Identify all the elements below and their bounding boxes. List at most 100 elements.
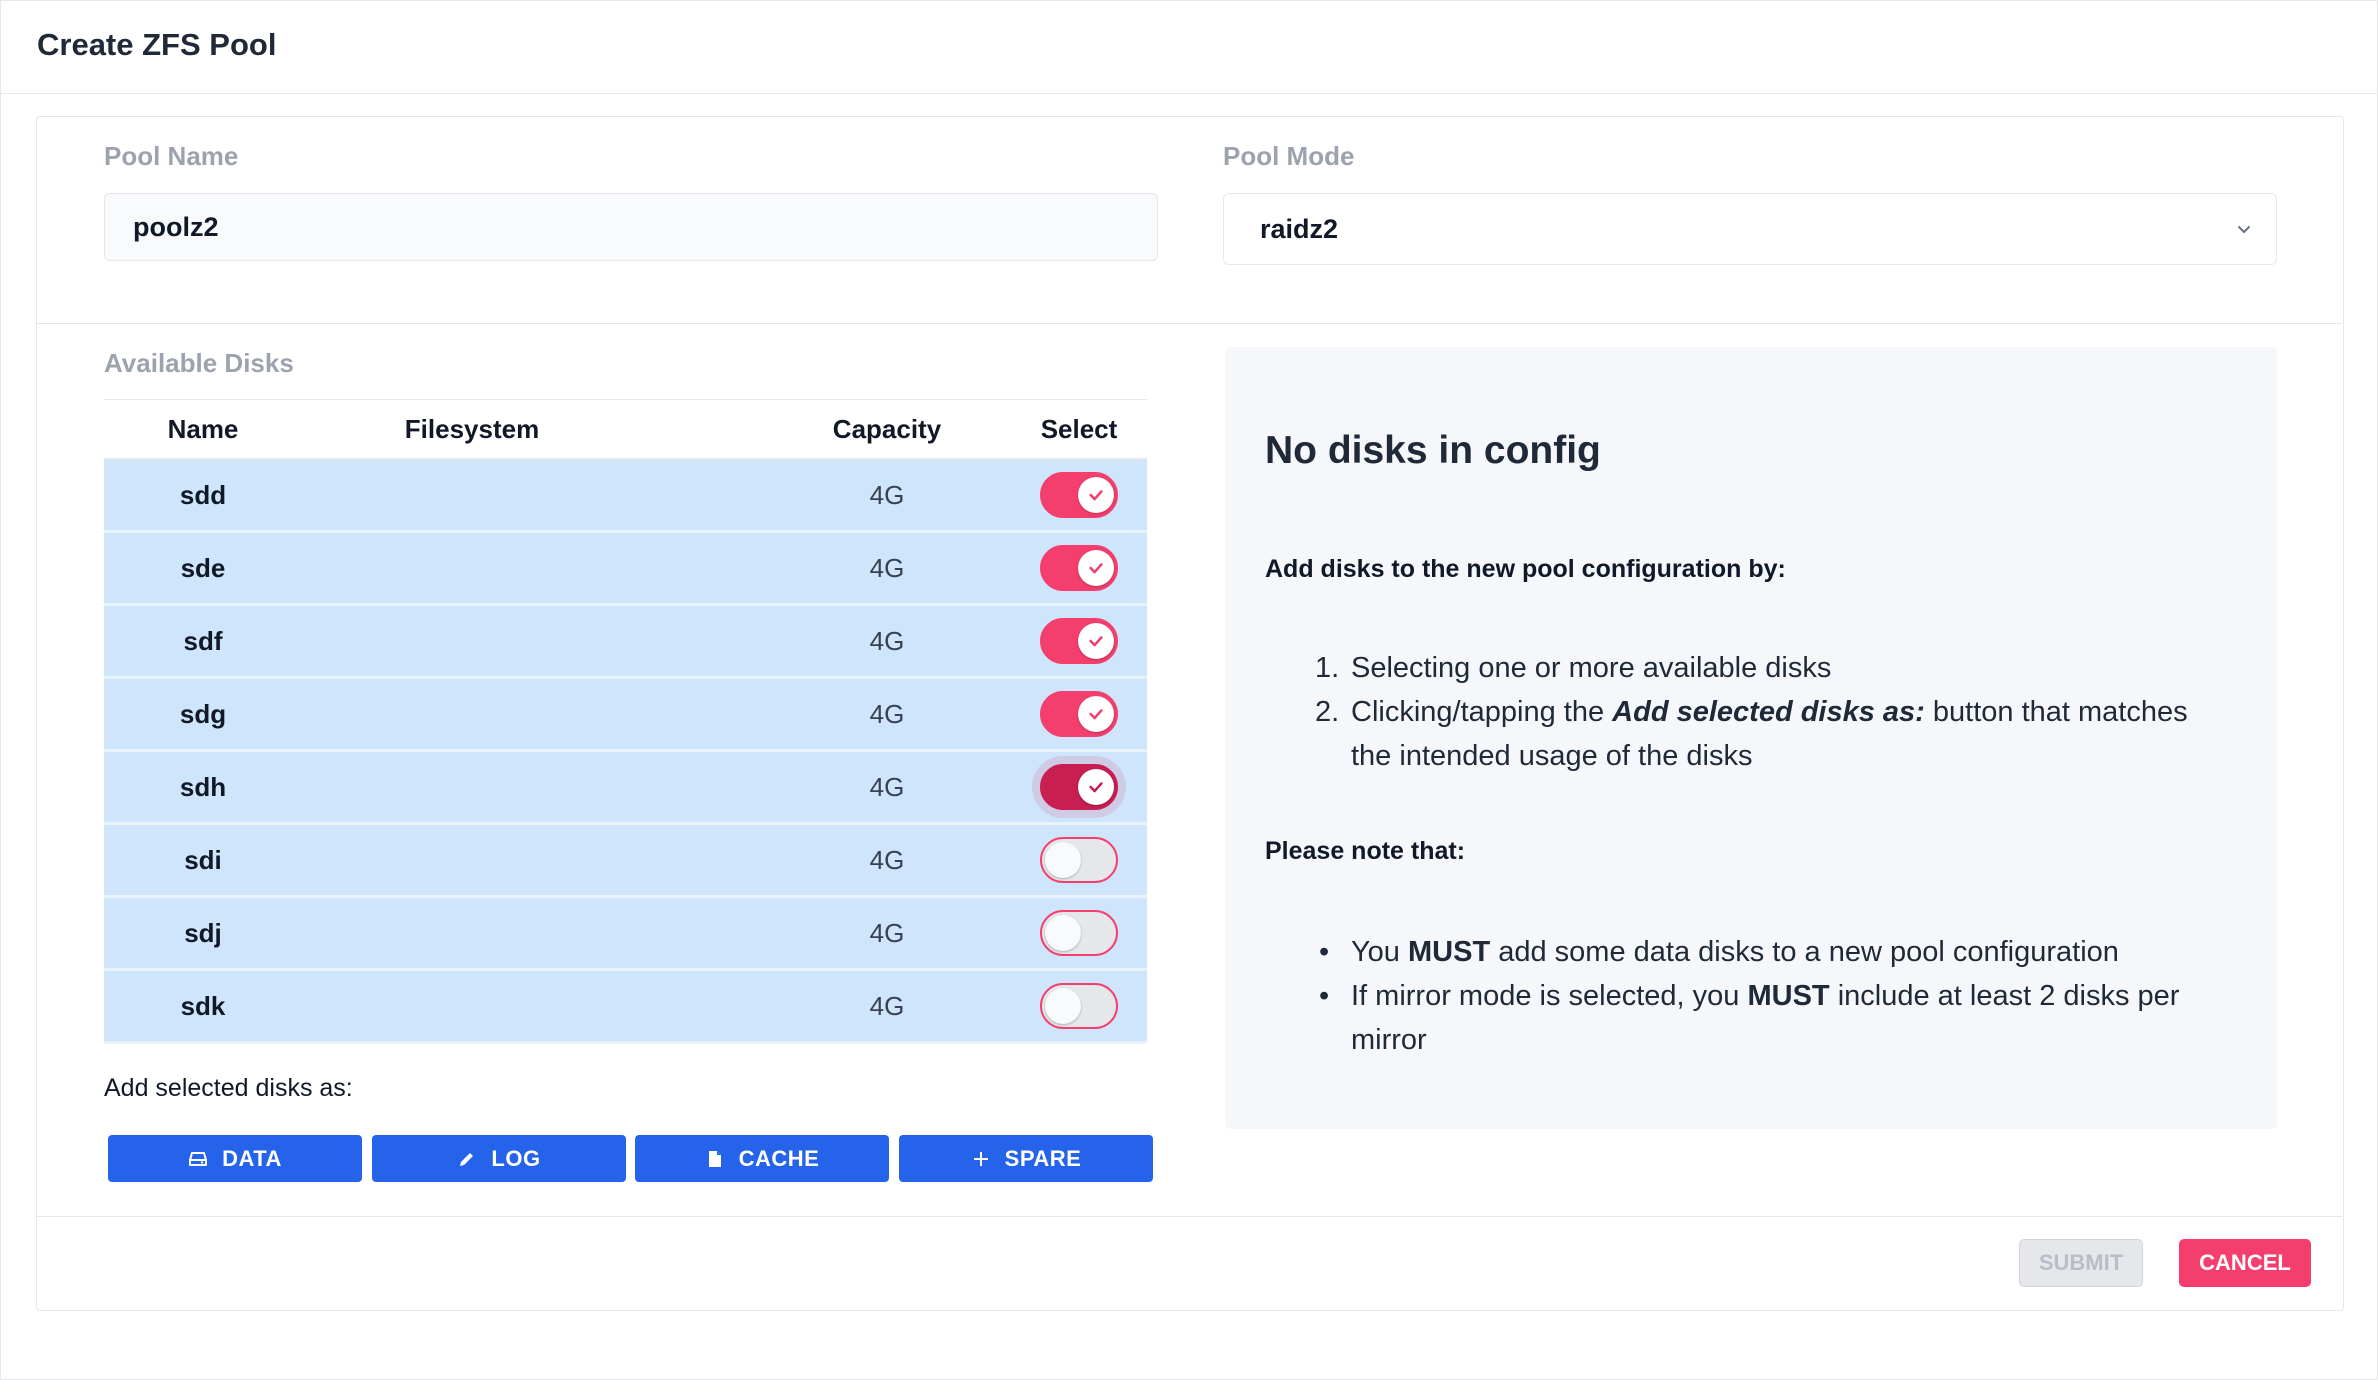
add-data-label: DATA	[222, 1145, 282, 1171]
disk-select-toggle[interactable]	[1040, 910, 1118, 956]
disk-select-toggle[interactable]	[1040, 764, 1118, 810]
table-header: Name Filesystem Capacity Select	[104, 399, 1147, 460]
disk-name: sdg	[179, 698, 227, 729]
disk-select-toggle[interactable]	[1040, 618, 1118, 664]
select-cell	[984, 898, 1174, 968]
toggle-knob	[1078, 769, 1114, 805]
disk-filesystem	[302, 971, 642, 1041]
pool-name-value: poolz2	[133, 211, 219, 242]
notes-list: • You MUST add some data disks to a new p…	[1315, 930, 2235, 1062]
cancel-button[interactable]: CANCEL	[2179, 1239, 2311, 1287]
select-cell	[984, 752, 1174, 822]
disk-filesystem	[302, 606, 642, 676]
toggle-knob	[1078, 477, 1114, 513]
add-selected-label: Add selected disks as:	[104, 1074, 353, 1102]
table-row[interactable]: sdg 4G	[104, 679, 1147, 752]
toggle-knob	[1045, 842, 1081, 878]
drive-icon	[189, 1151, 208, 1166]
step-item: 2. Clicking/tapping the Add selected disk…	[1315, 696, 2188, 772]
dialog-title: Create ZFS Pool	[37, 27, 277, 62]
table-row[interactable]: sdi 4G	[104, 825, 1147, 898]
note-item: • If mirror mode is selected, you MUST in…	[1319, 980, 2180, 1056]
column-header-select: Select	[1040, 414, 1118, 444]
check-icon	[1089, 782, 1103, 793]
disk-filesystem	[302, 825, 642, 895]
step-1-text: Selecting one or more available disks	[1351, 652, 1832, 684]
table-body: sdd 4G sde 4G sdf 4G sdg 4G sdh 4G sdi 4G sdj 4G sdk 4G	[104, 460, 1147, 1044]
note-2-pre: If mirror mode is selected, you	[1351, 980, 1748, 1012]
toggle-knob	[1078, 696, 1114, 732]
step-2-emphasis: Add selected disks as:	[1612, 696, 1925, 728]
dialog: Create ZFS Pool Pool Name poolz2 Pool Mo…	[0, 0, 2378, 1380]
note-1-strong: MUST	[1408, 936, 1491, 968]
toggle-knob	[1045, 915, 1081, 951]
disk-filesystem	[302, 752, 642, 822]
disk-select-toggle[interactable]	[1040, 545, 1118, 591]
step-item: 1. Selecting one or more available disks	[1315, 652, 1832, 684]
select-cell	[984, 971, 1174, 1041]
add-log-button[interactable]: LOG	[372, 1135, 626, 1182]
add-cache-button[interactable]: CACHE	[635, 1135, 889, 1182]
check-icon	[1089, 709, 1103, 720]
chevron-down-icon	[2238, 226, 2250, 233]
disk-select-toggle[interactable]	[1040, 691, 1118, 737]
toggle-knob	[1045, 988, 1081, 1024]
info-heading: No disks in config	[1265, 429, 1601, 472]
submit-button[interactable]: SUBMIT	[2019, 1239, 2143, 1287]
disk-name: sdh	[179, 771, 227, 802]
header-divider	[1, 93, 2377, 94]
toggle-knob	[1078, 550, 1114, 586]
disk-name: sde	[180, 552, 226, 583]
disk-name: sdk	[180, 990, 226, 1021]
pencil-icon	[460, 1152, 474, 1166]
plus-icon	[973, 1151, 988, 1166]
note-2-strong: MUST	[1747, 980, 1830, 1012]
footer-divider	[37, 1216, 2342, 1217]
disk-name: sdd	[179, 479, 227, 510]
steps-list: 1. Selecting one or more available disks …	[1315, 646, 2215, 778]
select-cell	[984, 679, 1174, 749]
disk-filesystem	[302, 460, 642, 530]
disk-name: sdf	[183, 625, 223, 656]
table-row[interactable]: sdj 4G	[104, 898, 1147, 971]
table-row[interactable]: sdf 4G	[104, 606, 1147, 679]
step-2-pre: Clicking/tapping the	[1351, 696, 1613, 728]
disk-filesystem	[302, 533, 642, 603]
disk-name: sdj	[184, 917, 222, 948]
add-data-button[interactable]: DATA	[108, 1135, 362, 1182]
table-row[interactable]: sdh 4G	[104, 752, 1147, 825]
toggle-knob	[1078, 623, 1114, 659]
pool-name-label: Pool Name	[104, 141, 239, 171]
pool-name-input[interactable]: poolz2	[104, 193, 1158, 261]
add-log-label: LOG	[491, 1145, 541, 1171]
disk-select-toggle[interactable]	[1040, 837, 1118, 883]
note-1-post: add some data disks to a new pool config…	[1490, 936, 2119, 968]
config-info-panel: No disks in config Add disks to the new …	[1225, 347, 2277, 1129]
pool-mode-select[interactable]: raidz2	[1223, 193, 2277, 265]
add-cache-label: CACHE	[738, 1145, 820, 1171]
section-divider	[37, 323, 2342, 324]
column-header-filesystem: Filesystem	[404, 414, 540, 444]
disk-filesystem	[302, 898, 642, 968]
select-cell	[984, 533, 1174, 603]
disk-filesystem	[302, 679, 642, 749]
note-1-pre: You	[1351, 936, 1408, 968]
add-spare-button[interactable]: SPARE	[899, 1135, 1153, 1182]
table-row[interactable]: sdk 4G	[104, 971, 1147, 1044]
file-icon	[708, 1150, 721, 1167]
disks-table: Name Filesystem Capacity Select sdd 4G sde…	[104, 399, 1147, 1044]
check-icon	[1089, 490, 1103, 501]
table-row[interactable]: sdd 4G	[104, 460, 1147, 533]
column-header-name: Name	[167, 414, 239, 444]
check-icon	[1089, 563, 1103, 574]
disk-select-toggle[interactable]	[1040, 983, 1118, 1029]
add-spare-label: SPARE	[1004, 1145, 1082, 1171]
pool-mode-label: Pool Mode	[1223, 141, 1355, 171]
note-item: • You MUST add some data disks to a new p…	[1319, 936, 2119, 968]
info-lead: Add disks to the new pool configuration …	[1265, 555, 1786, 583]
disk-select-toggle[interactable]	[1040, 472, 1118, 518]
select-cell	[984, 460, 1174, 530]
table-row[interactable]: sde 4G	[104, 533, 1147, 606]
check-icon	[1089, 636, 1103, 647]
select-cell	[984, 825, 1174, 895]
